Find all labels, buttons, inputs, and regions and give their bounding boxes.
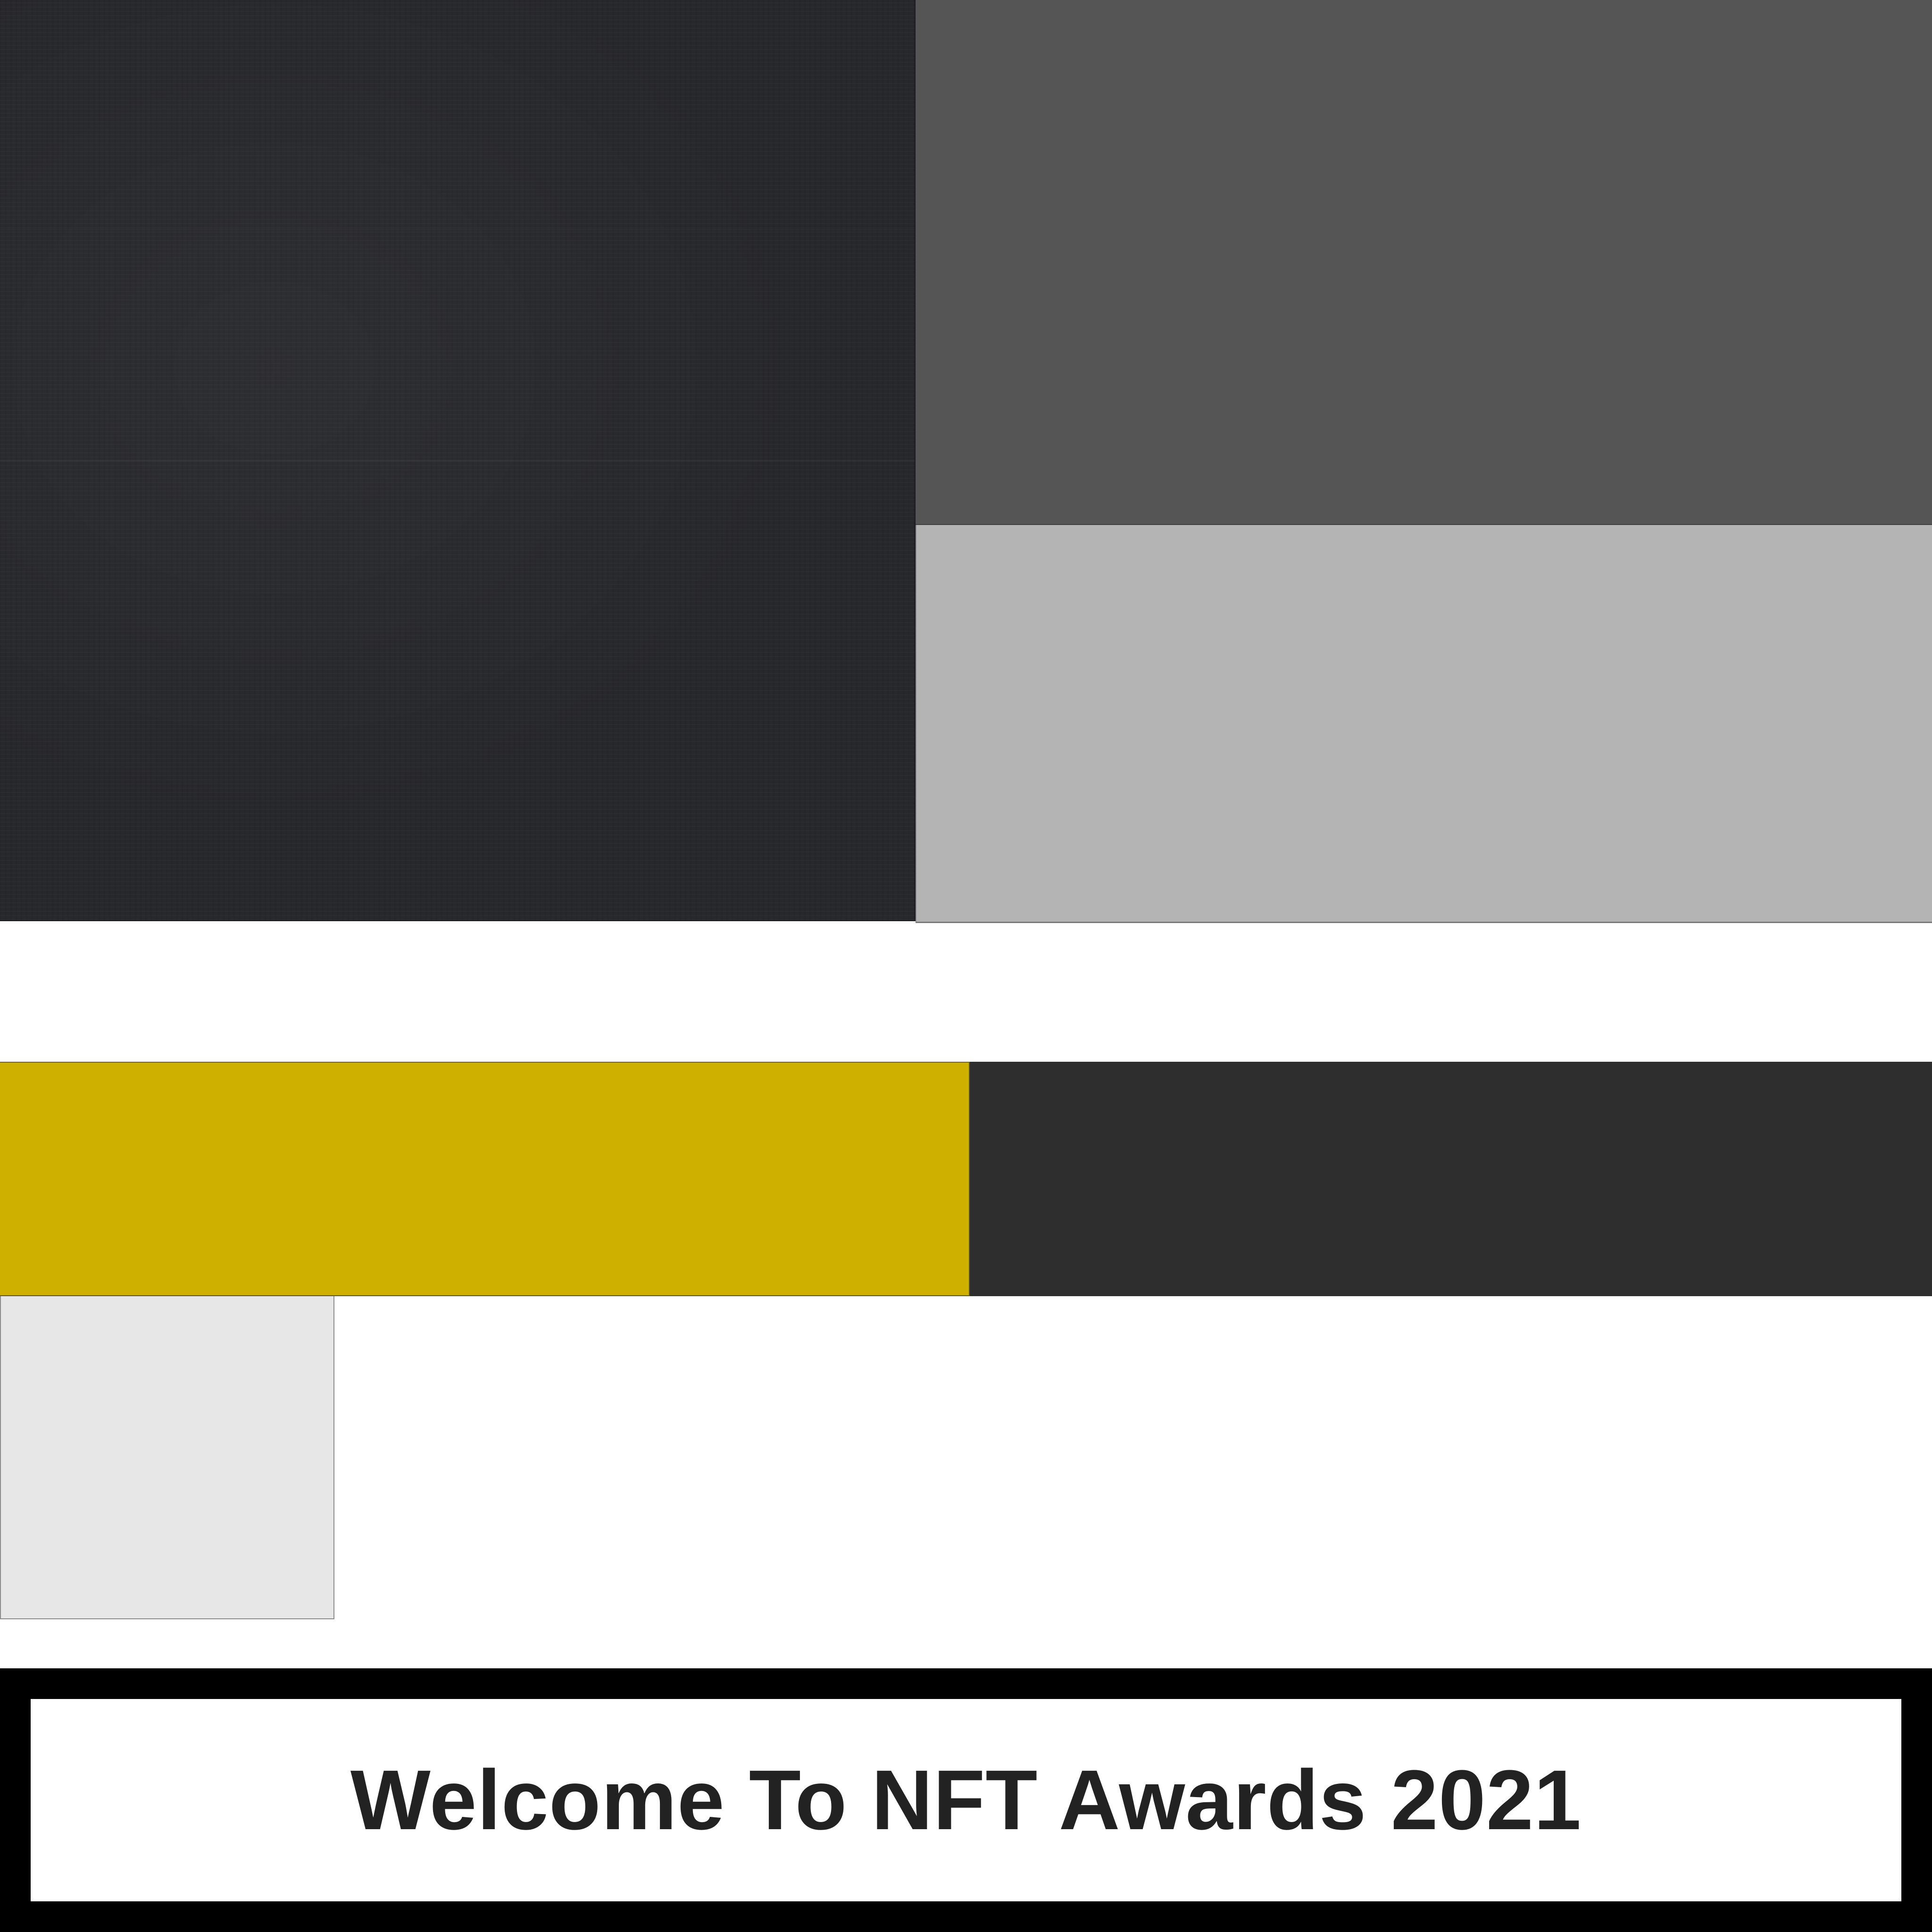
texture-fold-line	[0, 460, 915, 461]
gray-placeholder-panel	[916, 0, 1932, 525]
welcome-banner-inner: Welcome To NFT Awards 2021	[31, 1699, 1901, 1901]
charcoal-color-band	[970, 1062, 1932, 1296]
hero-image-dark-texture	[0, 0, 916, 921]
banner-title: Welcome To NFT Awards 2021	[350, 1752, 1582, 1848]
welcome-banner: Welcome To NFT Awards 2021	[0, 1668, 1932, 1932]
texture-fold-line	[0, 229, 915, 230]
page: Welcome To NFT Awards 2021	[0, 0, 1932, 1932]
light-gray-placeholder-panel	[916, 525, 1932, 923]
light-placeholder-tile	[0, 1296, 334, 1619]
gold-color-band	[0, 1062, 970, 1296]
